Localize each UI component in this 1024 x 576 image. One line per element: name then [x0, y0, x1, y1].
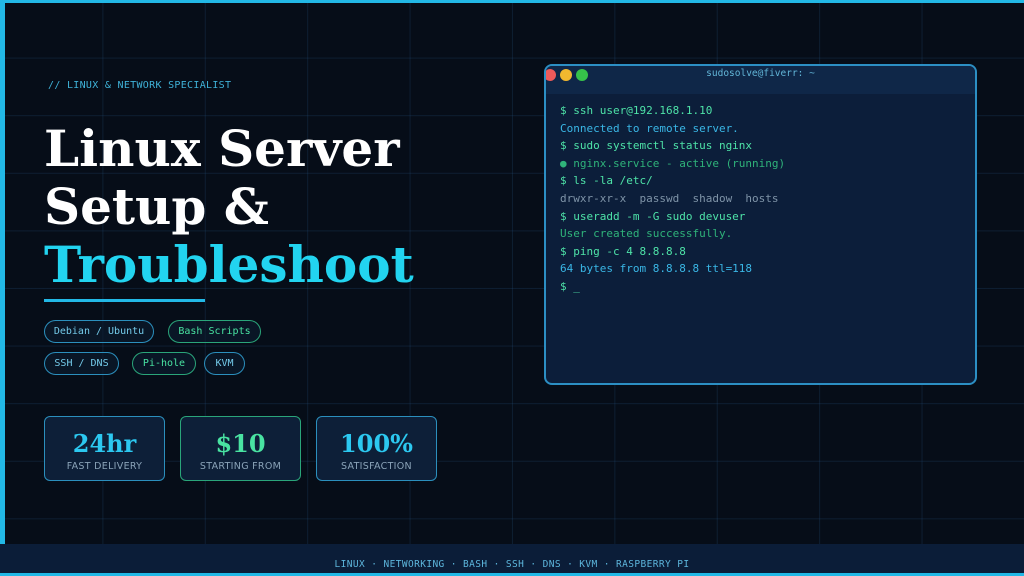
chip-pi-hole: Pi-hole [132, 352, 196, 375]
tagline: // LINUX & NETWORK SPECIALIST [48, 80, 232, 91]
stat-caption: FAST DELIVERY [66, 461, 143, 472]
terminal-line: $ ssh user@192.168.1.10 [560, 104, 713, 117]
terminal-title: sudosolve@fiverr: ~ [706, 68, 815, 79]
footer-keywords: LINUX · NETWORKING · BASH · SSH · DNS · … [334, 559, 690, 570]
headline-line-1: Linux Server [44, 119, 400, 178]
stat-card-price: $10 STARTING FROM [180, 416, 301, 481]
stat-value: 100% [340, 429, 413, 458]
headline-line-2: Setup & [44, 177, 269, 236]
chip-ssh-dns: SSH / DNS [44, 352, 119, 375]
stat-value: $10 [215, 429, 266, 458]
terminal-line: 64 bytes from 8.8.8.8 ttl=118 [560, 262, 753, 276]
chip-debian-ubuntu: Debian / Ubuntu [44, 320, 154, 343]
terminal-line: $ useradd -m -G sudo devuser [560, 209, 746, 223]
chip-bash-scripts: Bash Scripts [168, 320, 261, 343]
terminal-line: User created successfully. [560, 227, 733, 241]
terminal-line: ● nginx.service - active (running) [560, 156, 786, 170]
terminal-line: $ _ [560, 279, 580, 293]
top-accent-border [0, 0, 1024, 3]
terminal-line: drwxr-xr-x passwd shadow hosts [560, 191, 779, 205]
stat-value: 24hr [72, 429, 137, 458]
stat-card-delivery: 24hr FAST DELIVERY [44, 416, 165, 481]
stat-caption: SATISFACTION [341, 461, 412, 472]
terminal-line: Connected to remote server. [560, 121, 739, 135]
terminal-line: $ ping -c 4 8.8.8.8 [560, 244, 686, 258]
footer-bar: LINUX · NETWORKING · BASH · SSH · DNS · … [0, 544, 1024, 576]
chip-kvm: KVM [204, 352, 245, 375]
terminal-line: $ ls -la /etc/ [560, 174, 653, 188]
terminal-window: sudosolve@fiverr: ~ $ ssh user@192.168.1… [544, 64, 977, 385]
left-accent-border [0, 0, 5, 576]
stat-caption: STARTING FROM [199, 461, 282, 472]
terminal-line: $ sudo systemctl status nginx [560, 139, 753, 153]
terminal-title-bar: sudosolve@fiverr: ~ [546, 66, 975, 94]
terminal-output: $ ssh user@192.168.1.10 Connected to remo… [560, 102, 963, 296]
headline-underline [44, 299, 205, 302]
headline-line-3: Troubleshoot [44, 235, 414, 294]
stat-card-satisfaction: 100% SATISFACTION [316, 416, 437, 481]
headline: Linux Server Setup & Troubleshoot [44, 120, 414, 294]
